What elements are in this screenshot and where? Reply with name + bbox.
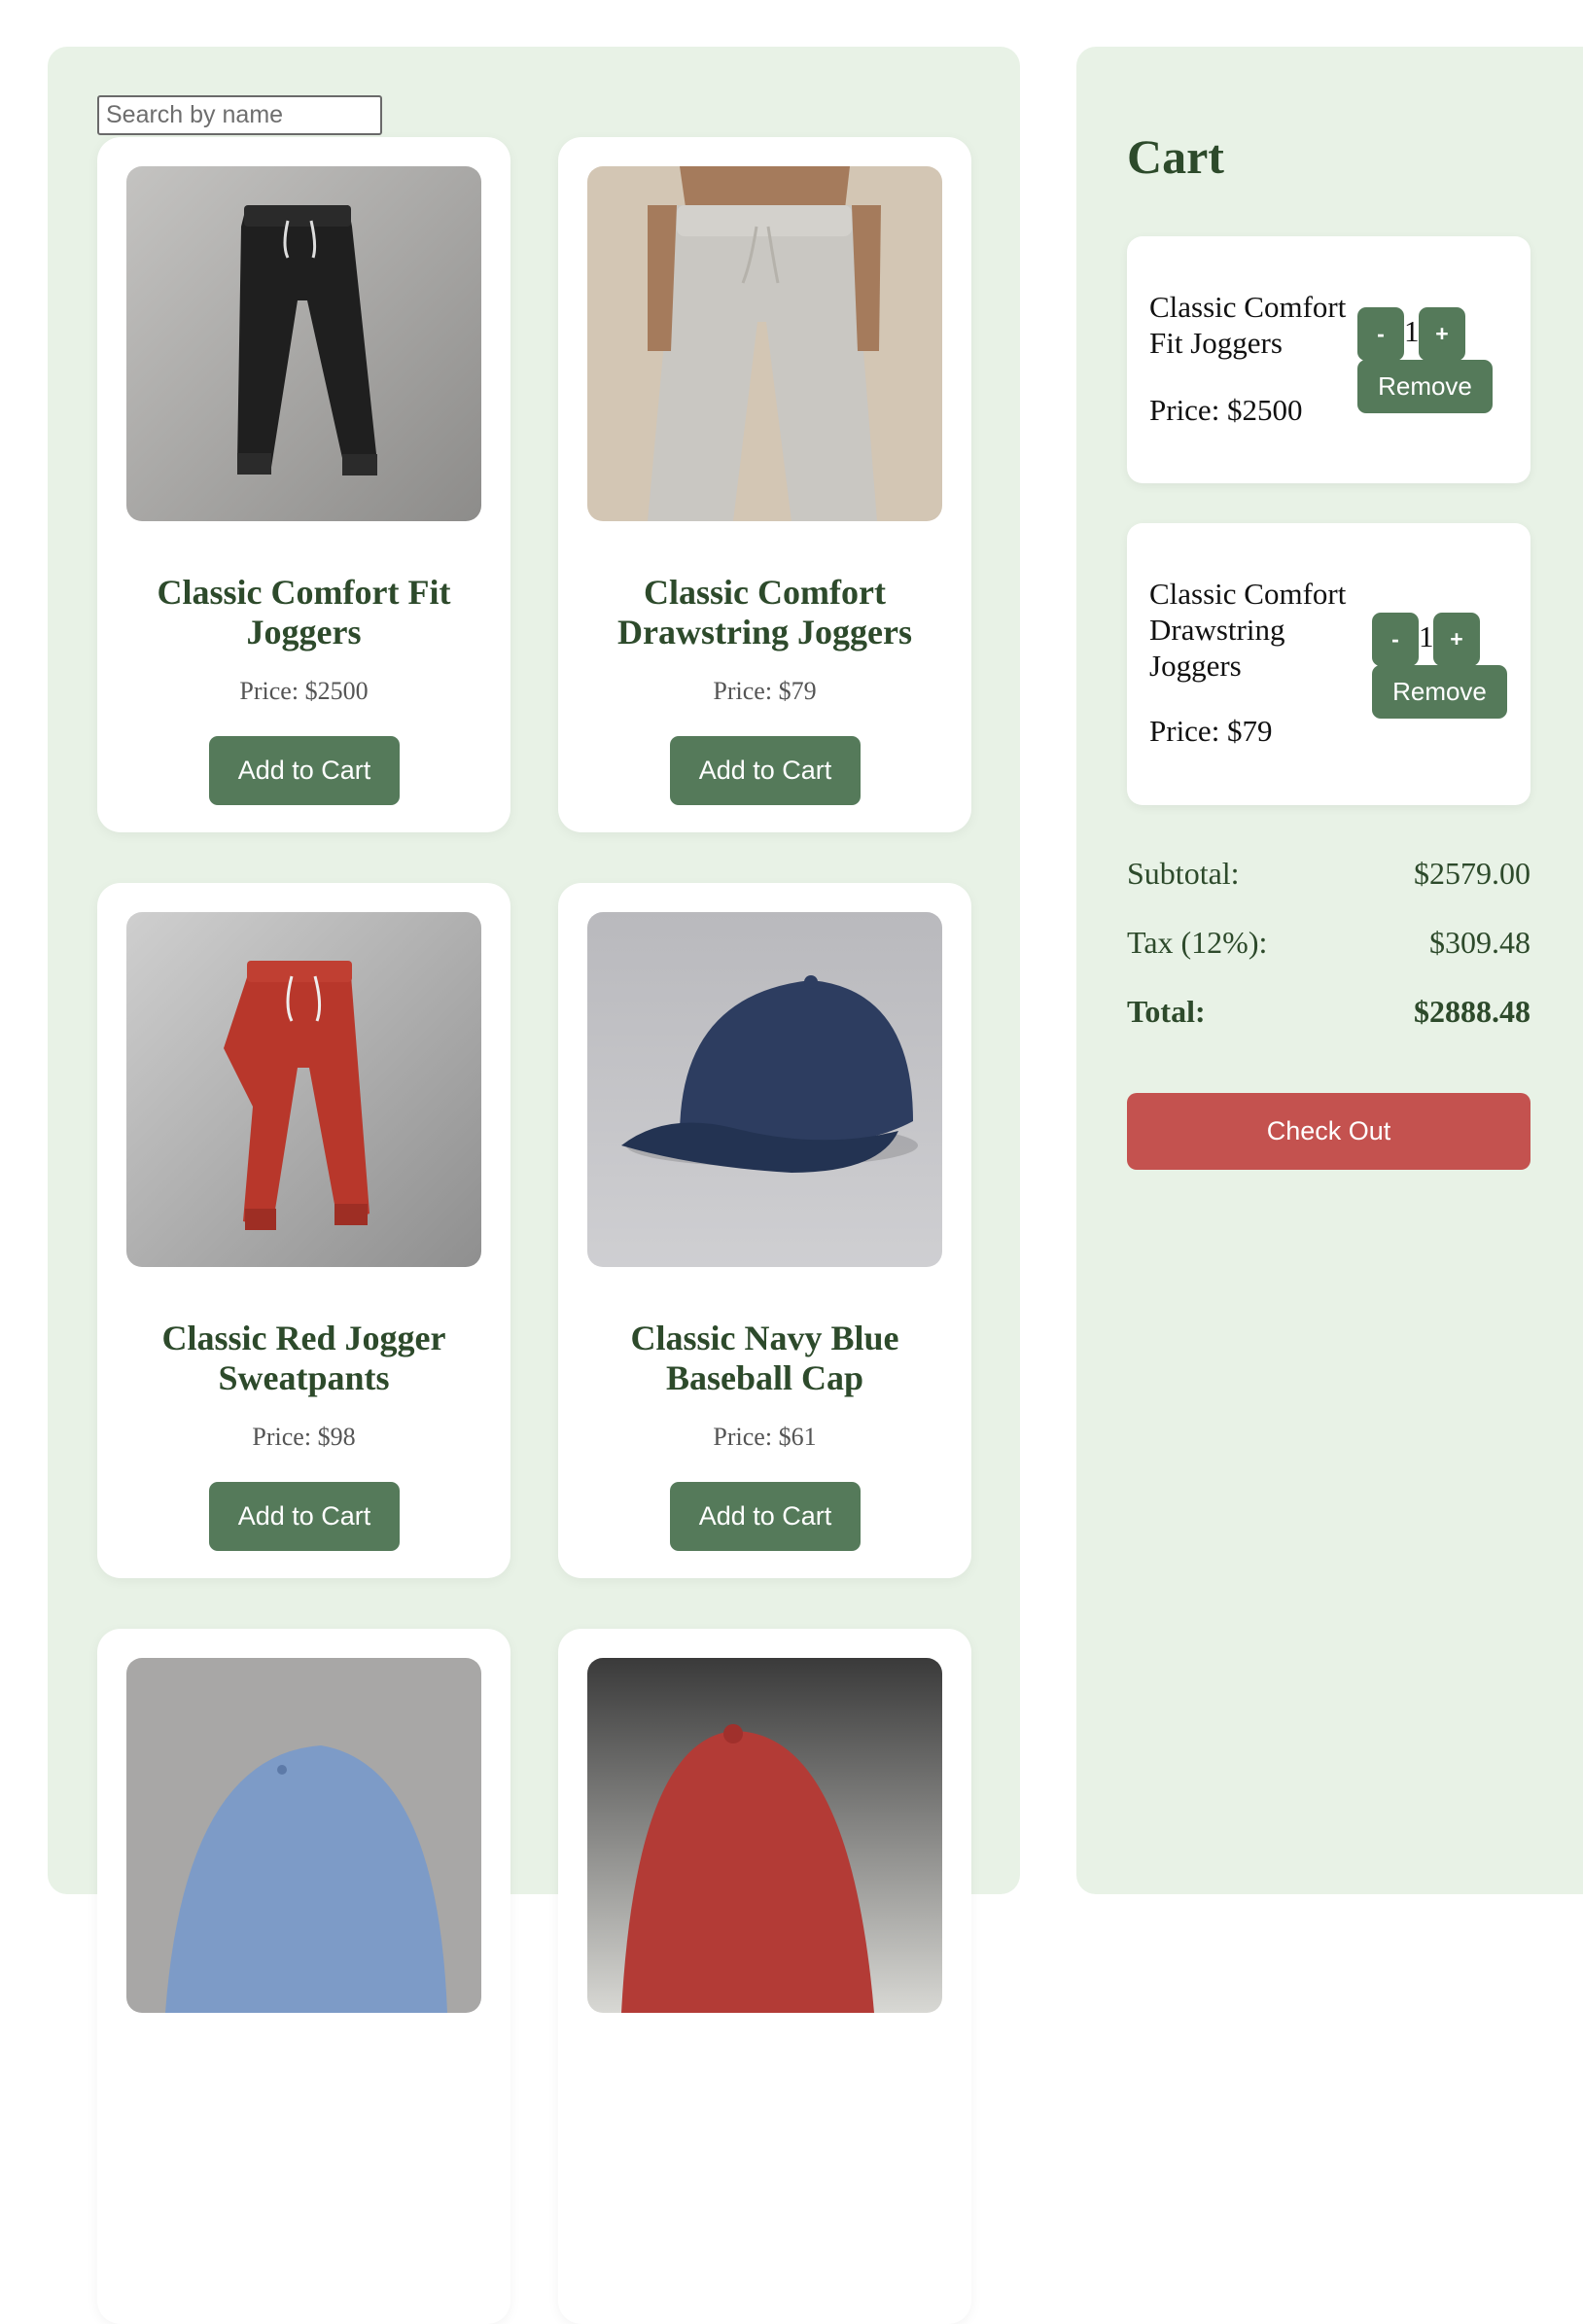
add-to-cart-button[interactable]: Add to Cart — [209, 736, 400, 805]
product-title: Classic Comfort Fit Joggers — [157, 573, 451, 651]
subtotal-label: Subtotal: — [1127, 856, 1240, 891]
checkout-button[interactable]: Check Out — [1127, 1093, 1530, 1170]
increase-quantity-button[interactable]: + — [1419, 307, 1465, 361]
remove-button[interactable]: Remove — [1357, 360, 1493, 413]
decrease-quantity-button[interactable]: - — [1372, 613, 1419, 666]
product-price: Price: $2500 — [239, 677, 369, 705]
product-image-red-joggers — [126, 912, 481, 1267]
total-value: $2888.48 — [1414, 994, 1530, 1029]
cart-item: Classic Comfort Drawstring Joggers Price… — [1127, 523, 1530, 805]
cart-item-name: Classic Comfort Drawstring Joggers — [1149, 577, 1347, 683]
search-input[interactable] — [97, 95, 382, 135]
product-image-red-cap — [587, 1658, 942, 2013]
increase-quantity-button[interactable]: + — [1433, 613, 1480, 666]
quantity-value: 1 — [1404, 314, 1420, 348]
product-card — [97, 1629, 510, 2324]
product-image-black-joggers — [126, 166, 481, 521]
decrease-quantity-button[interactable]: - — [1357, 307, 1404, 361]
product-card: Classic Navy Blue Baseball Cap Price: $6… — [558, 883, 971, 1578]
subtotal-value: $2579.00 — [1414, 856, 1530, 891]
subtotal-row: Subtotal: $2579.00 — [1127, 856, 1530, 895]
product-panel: Classic Comfort Fit Joggers Price: $2500… — [48, 47, 1020, 2324]
product-price: Price: $61 — [713, 1423, 817, 1451]
remove-button[interactable]: Remove — [1372, 665, 1507, 719]
add-to-cart-button[interactable]: Add to Cart — [209, 1482, 400, 1551]
product-image-light-blue-cap — [126, 1658, 481, 2013]
quantity-value: 1 — [1419, 619, 1434, 653]
total-label: Total: — [1127, 994, 1206, 1029]
cart-heading: Cart — [1127, 129, 1224, 184]
tax-row: Tax (12%): $309.48 — [1127, 925, 1530, 964]
cart-item-price: Price: $2500 — [1149, 393, 1303, 427]
product-card: Classic Red Jogger Sweatpants Price: $98… — [97, 883, 510, 1578]
product-card: Classic Comfort Fit Joggers Price: $2500… — [97, 137, 510, 832]
product-image-navy-cap — [587, 912, 942, 1267]
product-price: Price: $98 — [252, 1423, 356, 1451]
product-card — [558, 1629, 971, 2324]
add-to-cart-button[interactable]: Add to Cart — [670, 1482, 861, 1551]
cart-panel: Cart Classic Comfort Fit Joggers Price: … — [1076, 47, 1583, 1894]
tax-label: Tax (12%): — [1127, 925, 1268, 960]
product-title: Classic Comfort Drawstring Joggers — [617, 573, 912, 651]
cart-item: Classic Comfort Fit Joggers Price: $2500… — [1127, 236, 1530, 483]
product-title: Classic Navy Blue Baseball Cap — [630, 1319, 899, 1397]
total-row: Total: $2888.48 — [1127, 994, 1530, 1033]
product-card: Classic Comfort Drawstring Joggers Price… — [558, 137, 971, 832]
add-to-cart-button[interactable]: Add to Cart — [670, 736, 861, 805]
cart-item-name: Classic Comfort Fit Joggers — [1149, 290, 1347, 360]
cart-item-price: Price: $79 — [1149, 714, 1273, 748]
tax-value: $309.48 — [1429, 925, 1530, 960]
product-price: Price: $79 — [713, 677, 817, 705]
product-image-gray-joggers — [587, 166, 942, 521]
product-title: Classic Red Jogger Sweatpants — [161, 1319, 446, 1397]
